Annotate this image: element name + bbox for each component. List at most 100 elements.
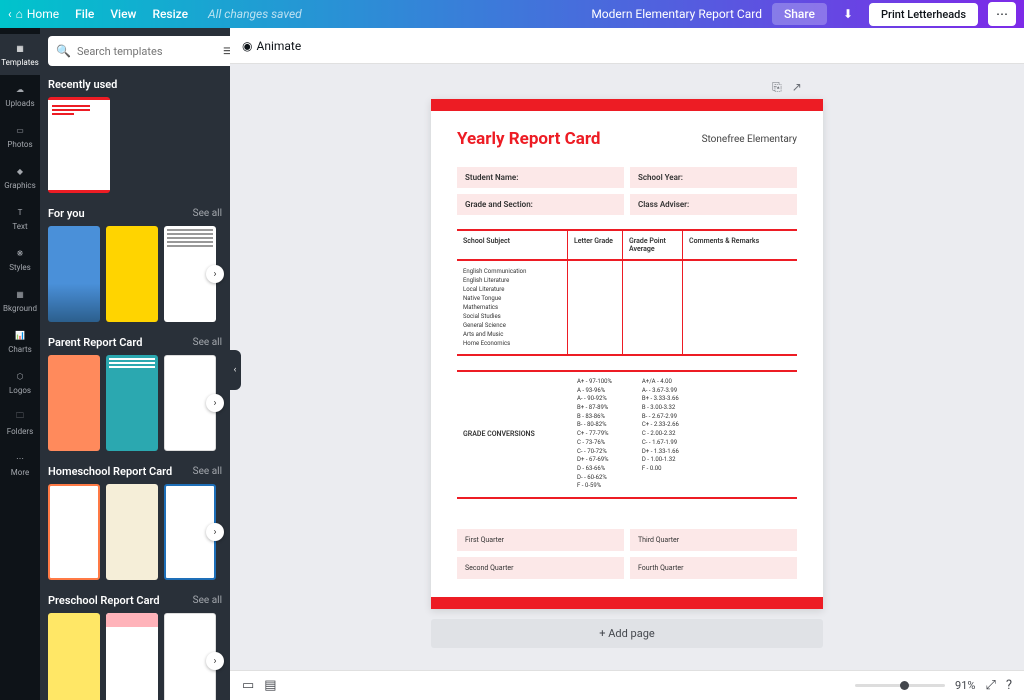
th-subject[interactable]: School Subject: [457, 231, 567, 259]
more-button[interactable]: ⋯: [988, 2, 1016, 26]
gpa-cell[interactable]: [622, 261, 682, 354]
subject-item: Arts and Music: [463, 330, 561, 339]
see-all-preschool[interactable]: See all: [193, 595, 222, 606]
page-tools: ⎘ ↗: [772, 80, 802, 95]
sidebar-background[interactable]: ▦Bkground: [0, 280, 40, 321]
gc-item: A- - 3.67-3.99: [642, 387, 679, 396]
info-school-year[interactable]: School Year:: [630, 167, 797, 188]
gc-item: C - 73-76%: [577, 439, 612, 448]
sidebar-label: Folders: [7, 427, 33, 436]
subjects-cell[interactable]: English Communication English Literature…: [457, 261, 567, 354]
th-gpa[interactable]: Grade Point Average: [622, 231, 682, 259]
new-page-icon[interactable]: ↗: [792, 80, 802, 95]
help-icon[interactable]: ?: [1006, 678, 1012, 693]
gc-item: C- - 70-72%: [577, 448, 612, 457]
grade-conv-col1[interactable]: A+ - 97-100% A - 93-96% A- - 90-92% B+ -…: [577, 378, 612, 491]
grades-table-body: English Communication English Literature…: [457, 261, 797, 356]
view-menu[interactable]: View: [110, 7, 136, 21]
th-letter-grade[interactable]: Letter Grade: [567, 231, 622, 259]
template-thumb[interactable]: [106, 613, 158, 700]
pages-icon[interactable]: ▤: [264, 678, 276, 693]
letter-grade-cell[interactable]: [567, 261, 622, 354]
sidebar-charts[interactable]: 📊Charts: [0, 321, 40, 362]
fullscreen-icon[interactable]: ⤢: [985, 678, 995, 693]
template-thumb[interactable]: [48, 226, 100, 322]
canvas-toolbar: ◉ Animate: [230, 28, 1024, 64]
sidebar-photos[interactable]: ▭Photos: [0, 116, 40, 157]
gc-item: F - 0-59%: [577, 482, 612, 491]
subject-item: General Science: [463, 321, 561, 330]
sidebar-label: Graphics: [4, 181, 36, 190]
see-all-homeschool[interactable]: See all: [193, 466, 222, 477]
info-grade-section[interactable]: Grade and Section:: [457, 194, 624, 215]
uploads-icon: ☁: [12, 81, 28, 97]
background-icon: ▦: [12, 286, 28, 302]
info-class-adviser[interactable]: Class Adviser:: [630, 194, 797, 215]
gc-item: C+ - 2.33-2.66: [642, 421, 679, 430]
see-all-parent[interactable]: See all: [193, 337, 222, 348]
grades-table-head: School Subject Letter Grade Grade Point …: [457, 229, 797, 261]
subject-item: Mathematics: [463, 303, 561, 312]
resize-menu[interactable]: Resize: [152, 7, 188, 21]
sidebar-folders[interactable]: 🗀Folders: [0, 403, 40, 444]
sidebar-uploads[interactable]: ☁Uploads: [0, 75, 40, 116]
animate-button[interactable]: ◉ Animate: [242, 39, 301, 53]
search-input[interactable]: [77, 45, 217, 58]
print-button[interactable]: Print Letterheads: [869, 3, 978, 26]
sidebar-text[interactable]: TText: [0, 198, 40, 239]
see-all-foryou[interactable]: See all: [193, 208, 222, 219]
info-student-name[interactable]: Student Name:: [457, 167, 624, 188]
quarter-first[interactable]: First Quarter: [457, 529, 624, 551]
search-box[interactable]: 🔍 ≡: [48, 36, 230, 66]
download-icon[interactable]: ⬇: [837, 3, 859, 25]
quarter-third[interactable]: Third Quarter: [630, 529, 797, 551]
template-thumb[interactable]: [106, 226, 158, 322]
share-button[interactable]: Share: [772, 3, 827, 25]
quarter-second[interactable]: Second Quarter: [457, 557, 624, 579]
page-title[interactable]: Yearly Report Card: [457, 129, 600, 149]
sidebar-styles[interactable]: ❋Styles: [0, 239, 40, 280]
template-thumb[interactable]: [48, 355, 100, 451]
sidebar-logos[interactable]: ⬡Logos: [0, 362, 40, 403]
grade-conv-col2[interactable]: A+/A - 4.00 A- - 3.67-3.99 B+ - 3.33-3.6…: [642, 378, 679, 491]
notes-icon[interactable]: ▭: [242, 678, 254, 693]
filter-icon[interactable]: ≡: [223, 41, 230, 61]
sidebar-more[interactable]: ⋯More: [0, 444, 40, 485]
quarter-fourth[interactable]: Fourth Quarter: [630, 557, 797, 579]
template-thumb[interactable]: [106, 484, 158, 580]
subject-item: English Literature: [463, 276, 561, 285]
document-title[interactable]: Modern Elementary Report Card: [591, 7, 762, 21]
sidebar-graphics[interactable]: ◆Graphics: [0, 157, 40, 198]
home-button[interactable]: ‹ ⌂ Home: [8, 7, 59, 21]
scroll-right-icon[interactable]: ›: [206, 394, 224, 412]
subject-item: Home Economics: [463, 339, 561, 348]
collapse-panel-button[interactable]: ‹: [229, 350, 241, 390]
topbar-left: ‹ ⌂ Home File View Resize All changes sa…: [8, 7, 302, 21]
grade-conv-label[interactable]: GRADE CONVERSIONS: [457, 372, 567, 497]
zoom-level[interactable]: 91%: [955, 679, 975, 692]
file-menu[interactable]: File: [75, 7, 94, 21]
duplicate-page-icon[interactable]: ⎘: [772, 80, 782, 95]
scroll-right-icon[interactable]: ›: [206, 523, 224, 541]
school-name[interactable]: Stonefree Elementary: [702, 134, 797, 145]
th-comments[interactable]: Comments & Remarks: [682, 231, 797, 259]
sidebar-templates[interactable]: ▦Templates: [0, 34, 40, 75]
canvas-scroll[interactable]: ⎘ ↗ Yearly Report Card Stonefree Element…: [230, 64, 1024, 670]
decor-bar: [431, 99, 823, 111]
scroll-right-icon[interactable]: ›: [206, 265, 224, 283]
gc-item: B- - 2.67-2.99: [642, 413, 679, 422]
comments-cell[interactable]: [682, 261, 797, 354]
sidebar-label: Text: [12, 222, 27, 231]
zoom-slider[interactable]: [855, 684, 945, 687]
add-page-button[interactable]: + Add page: [431, 619, 823, 648]
zoom-thumb[interactable]: [900, 681, 909, 690]
sidebar-label: Styles: [9, 263, 30, 272]
template-thumb[interactable]: [106, 355, 158, 451]
gc-item: A+/A - 4.00: [642, 378, 679, 387]
template-thumb[interactable]: [48, 613, 100, 700]
page-canvas[interactable]: Yearly Report Card Stonefree Elementary …: [431, 99, 823, 609]
template-thumb[interactable]: [48, 484, 100, 580]
scroll-right-icon[interactable]: ›: [206, 652, 224, 670]
template-thumb[interactable]: [48, 97, 110, 193]
canvas-area: ◉ Animate ⎘ ↗ Yearly Report Card Stonefr…: [230, 28, 1024, 700]
